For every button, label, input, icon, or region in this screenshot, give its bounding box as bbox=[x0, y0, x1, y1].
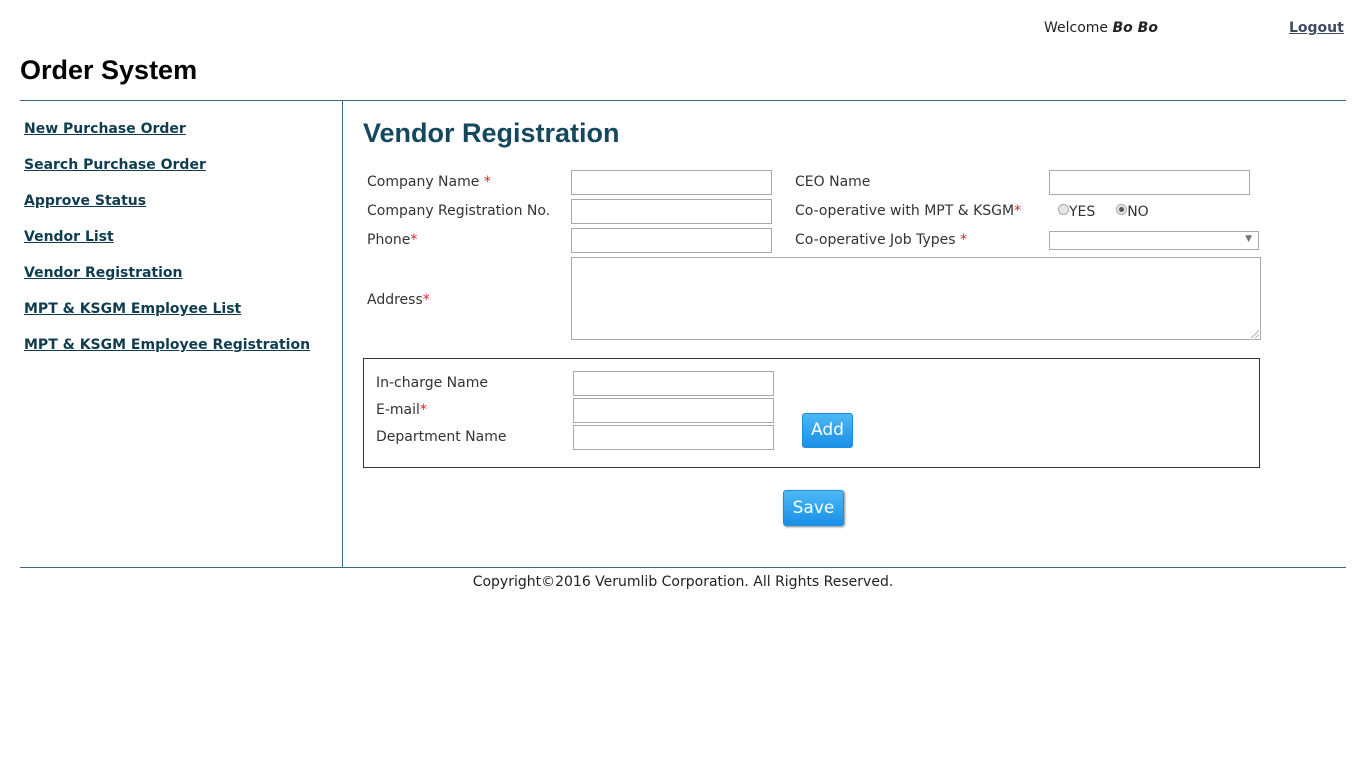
required-mark: * bbox=[1014, 203, 1022, 219]
cooperative-no-radio[interactable] bbox=[1116, 204, 1128, 215]
job-types-select[interactable]: ▼ bbox=[1049, 231, 1259, 250]
cooperative-label: Co-operative with MPT & KSGM* bbox=[795, 203, 1021, 219]
cooperative-no-label[interactable]: NO bbox=[1127, 204, 1149, 220]
header-divider bbox=[20, 100, 1346, 101]
sidebar-item-search-purchase-order[interactable]: Search Purchase Order bbox=[24, 156, 334, 192]
required-mark: * bbox=[959, 232, 967, 248]
required-mark: * bbox=[410, 232, 418, 248]
job-types-label: Co-operative Job Types * bbox=[795, 232, 967, 248]
company-name-input[interactable] bbox=[571, 170, 772, 195]
save-button[interactable]: Save bbox=[783, 490, 844, 526]
company-reg-no-input[interactable] bbox=[571, 199, 772, 224]
welcome-message: Welcome Bo Bo bbox=[1044, 20, 1158, 36]
cooperative-yes-label[interactable]: YES bbox=[1069, 204, 1095, 220]
footer-copyright: Copyright©2016 Verumlib Corporation. All… bbox=[472, 574, 894, 590]
address-textarea[interactable] bbox=[571, 257, 1261, 340]
phone-input[interactable] bbox=[571, 228, 772, 253]
app-title: Order System bbox=[20, 55, 198, 85]
required-mark: * bbox=[419, 402, 427, 418]
welcome-label: Welcome bbox=[1044, 20, 1109, 36]
department-name-label: Department Name bbox=[376, 429, 507, 445]
header: Order System Welcome Bo Bo Logout bbox=[0, 0, 1366, 100]
address-label: Address* bbox=[367, 292, 430, 308]
sidebar-item-new-purchase-order[interactable]: New Purchase Order bbox=[24, 120, 334, 156]
sidebar-item-vendor-registration[interactable]: Vendor Registration bbox=[24, 264, 334, 300]
ceo-name-label: CEO Name bbox=[795, 174, 871, 190]
add-button[interactable]: Add bbox=[802, 413, 853, 448]
email-input[interactable] bbox=[573, 398, 774, 423]
cooperative-yes-radio[interactable] bbox=[1058, 204, 1069, 215]
address-label-text: Address bbox=[367, 292, 423, 308]
incharge-name-input[interactable] bbox=[573, 371, 774, 396]
user-name: Bo Bo bbox=[1112, 20, 1158, 36]
sidebar-nav: New Purchase Order Search Purchase Order… bbox=[24, 120, 334, 372]
email-label-text: E-mail bbox=[376, 402, 420, 418]
required-mark: * bbox=[483, 174, 491, 190]
resize-grip-icon[interactable] bbox=[1251, 330, 1259, 338]
department-name-input[interactable] bbox=[573, 425, 774, 450]
ceo-name-input[interactable] bbox=[1049, 170, 1250, 195]
company-reg-no-label: Company Registration No. bbox=[367, 203, 551, 219]
sidebar-item-approve-status[interactable]: Approve Status bbox=[24, 192, 334, 228]
required-mark: * bbox=[422, 292, 430, 308]
cooperative-label-text: Co-operative with MPT & KSGM bbox=[795, 203, 1015, 219]
email-label: E-mail* bbox=[376, 402, 427, 418]
sidebar-divider bbox=[342, 100, 343, 567]
phone-label-text: Phone bbox=[367, 232, 411, 248]
sidebar-item-vendor-list[interactable]: Vendor List bbox=[24, 228, 334, 264]
cooperative-radio-group: YES NO bbox=[1058, 204, 1149, 220]
phone-label: Phone* bbox=[367, 232, 417, 248]
sidebar-item-employee-registration[interactable]: MPT & KSGM Employee Registration bbox=[24, 336, 334, 372]
logout-link[interactable]: Logout bbox=[1289, 20, 1344, 36]
footer-divider bbox=[20, 567, 1346, 568]
chevron-down-icon: ▼ bbox=[1245, 234, 1252, 244]
sidebar-item-employee-list[interactable]: MPT & KSGM Employee List bbox=[24, 300, 334, 336]
company-name-label: Company Name * bbox=[367, 174, 491, 190]
company-name-label-text: Company Name bbox=[367, 174, 484, 190]
incharge-name-label: In-charge Name bbox=[376, 375, 488, 391]
page-title: Vendor Registration bbox=[363, 118, 620, 148]
job-types-label-text: Co-operative Job Types bbox=[795, 232, 960, 248]
